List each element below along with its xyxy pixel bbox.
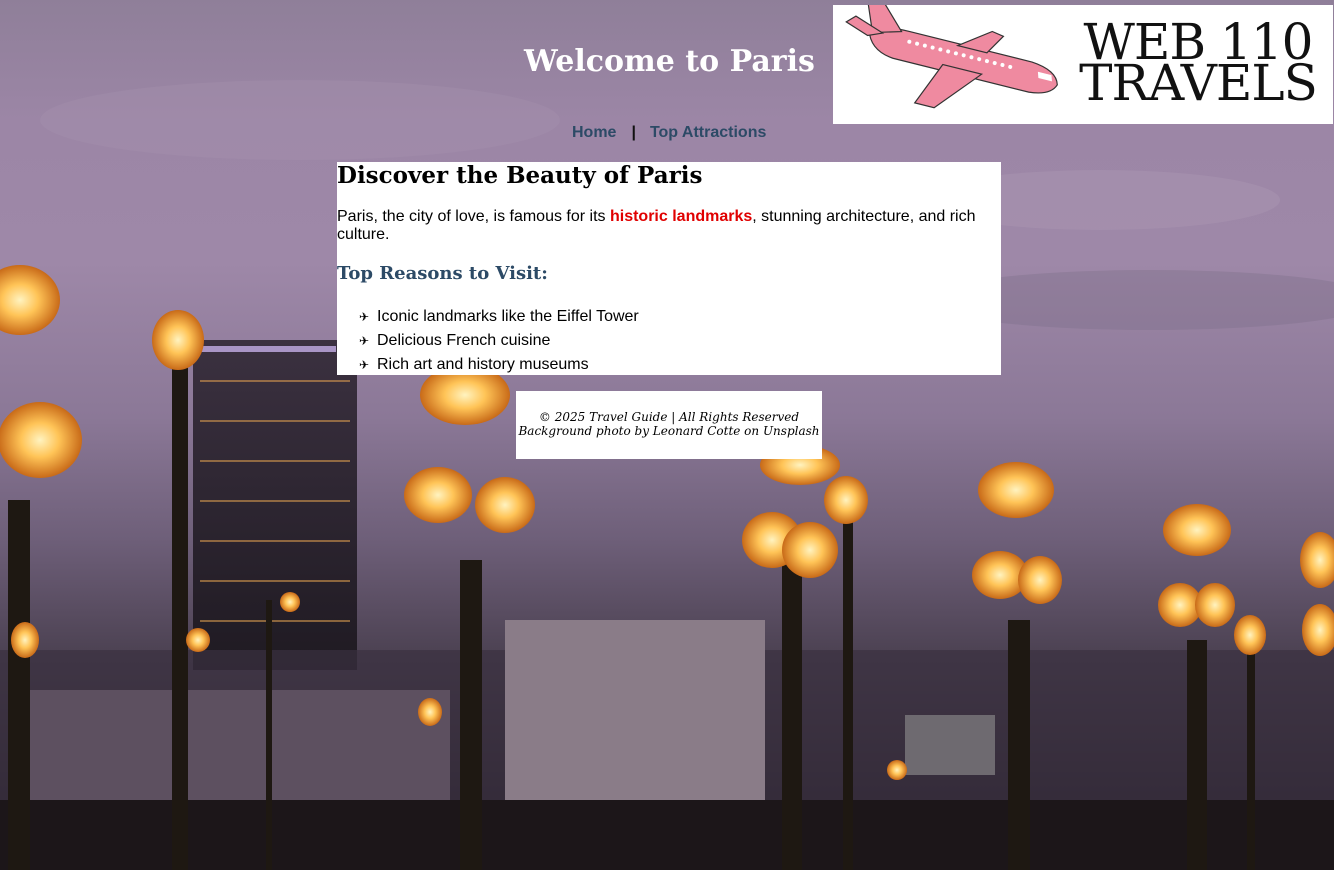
plane-icon: ✈ [359, 310, 370, 324]
site-logo[interactable]: WEB 110 TRAVELS [833, 5, 1333, 124]
nav-link-home[interactable]: Home [572, 124, 616, 142]
list-item: ✈ Delicious French cuisine [359, 329, 639, 353]
photo-credit-text: Background photo by Leonard Cotte on Uns… [518, 424, 820, 438]
list-item: ✈ Rich art and history museums [359, 353, 639, 377]
reasons-list: ✈ Iconic landmarks like the Eiffel Tower… [359, 305, 639, 377]
nav-separator: | [631, 124, 636, 141]
main-nav: Home | Top Attractions [572, 123, 766, 143]
main-content-card: Discover the Beauty of Paris Paris, the … [337, 162, 1001, 375]
reasons-heading: Top Reasons to Visit: [337, 263, 548, 284]
nav-link-top-attractions[interactable]: Top Attractions [650, 124, 766, 142]
list-item-text: Delicious French cuisine [377, 332, 551, 349]
plane-icon: ✈ [359, 334, 370, 348]
page-footer: © 2025 Travel Guide | All Rights Reserve… [516, 391, 822, 459]
list-item-text: Iconic landmarks like the Eiffel Tower [377, 308, 639, 325]
highlight-text: historic landmarks [609, 208, 753, 225]
intro-paragraph: Paris, the city of love, is famous for i… [337, 208, 997, 244]
section-heading: Discover the Beauty of Paris [337, 162, 703, 189]
logo-text-line2: TRAVELS [1079, 54, 1318, 112]
plane-icon: ✈ [359, 358, 370, 372]
page-title: Welcome to Paris [524, 44, 815, 79]
intro-text-start: Paris, the city of love, is famous for i… [337, 208, 610, 225]
airplane-icon [845, 5, 1058, 109]
list-item: ✈ Iconic landmarks like the Eiffel Tower [359, 305, 639, 329]
copyright-text: © 2025 Travel Guide | All Rights Reserve… [538, 410, 800, 424]
list-item-text: Rich art and history museums [377, 356, 589, 373]
